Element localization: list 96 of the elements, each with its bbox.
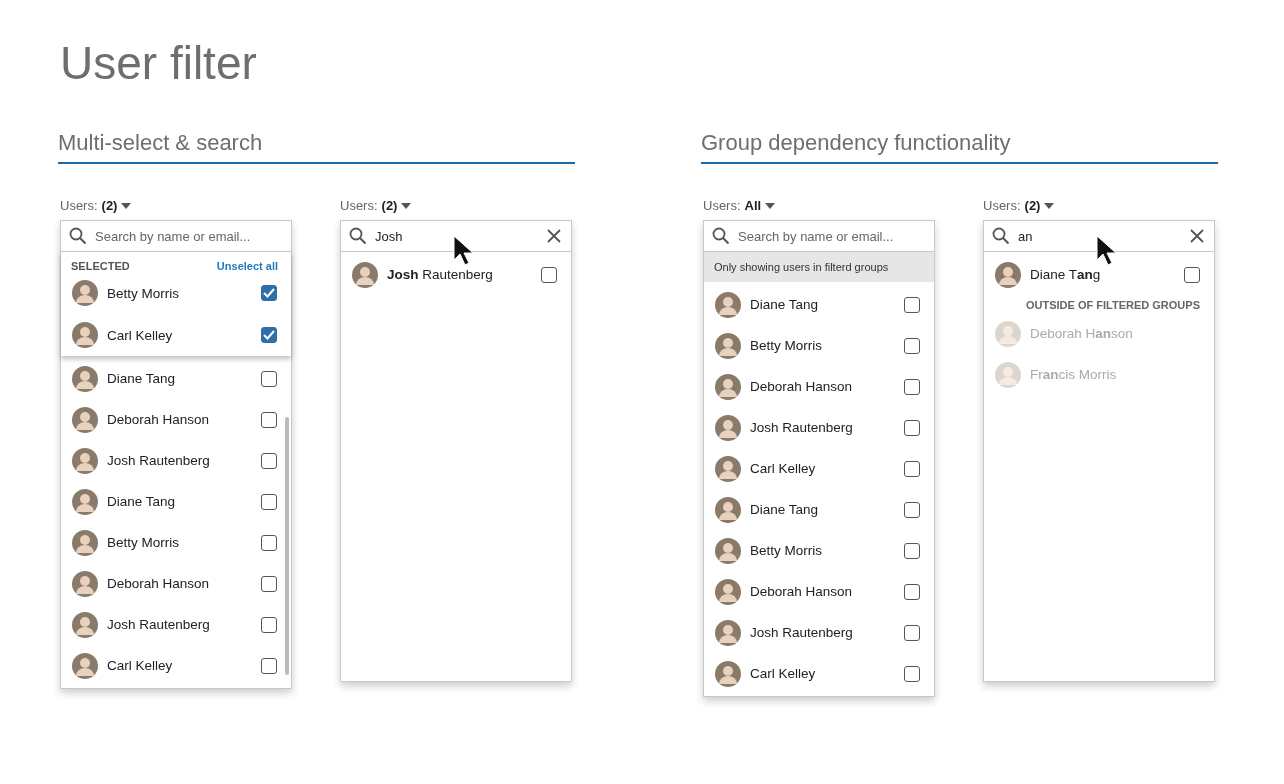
users-dropdown[interactable]: Users: (2) bbox=[983, 198, 1055, 213]
page-title: User filter bbox=[60, 36, 258, 90]
scrollbar[interactable] bbox=[285, 417, 289, 675]
user-name: Betty Morris bbox=[750, 338, 823, 353]
unselect-all-link[interactable]: Unselect all bbox=[216, 260, 278, 272]
user-name: Carl Kelley bbox=[107, 658, 174, 673]
user-name: Josh Rautenberg bbox=[750, 420, 854, 435]
checkbox[interactable] bbox=[261, 493, 277, 510]
users-dropdown[interactable]: Users: (2) bbox=[60, 198, 132, 213]
avatar-icon bbox=[715, 332, 741, 359]
avatar-icon bbox=[995, 261, 1021, 288]
close-icon[interactable] bbox=[1190, 229, 1204, 243]
avatar-icon bbox=[715, 619, 741, 646]
avatar-icon bbox=[72, 322, 98, 348]
user-name: Deborah Hanson bbox=[107, 576, 211, 591]
user-name: Diane Tang bbox=[107, 494, 177, 509]
avatar-icon bbox=[72, 611, 98, 638]
caret-icon bbox=[765, 202, 776, 209]
user-name: Deborah Hanson bbox=[750, 379, 854, 394]
checkbox[interactable] bbox=[904, 542, 920, 559]
section-title: Multi-select & search bbox=[58, 130, 575, 164]
user-name: Diane Tang bbox=[107, 371, 177, 386]
checkbox[interactable] bbox=[904, 665, 920, 682]
checkbox[interactable] bbox=[261, 327, 277, 343]
checkbox[interactable] bbox=[904, 501, 920, 518]
checkbox[interactable] bbox=[904, 583, 920, 600]
checkbox[interactable] bbox=[1184, 266, 1200, 283]
search-icon bbox=[349, 227, 367, 245]
notice-banner: Only showing users in filterd groups bbox=[704, 252, 934, 282]
section-title: Group dependency functionality bbox=[701, 130, 1218, 164]
caret-icon bbox=[1044, 202, 1055, 209]
avatar-icon bbox=[72, 365, 98, 392]
checkbox[interactable] bbox=[904, 419, 920, 436]
caret-icon bbox=[121, 202, 132, 209]
search-field[interactable]: Josh bbox=[375, 228, 539, 244]
checkbox[interactable] bbox=[904, 460, 920, 477]
avatar-icon bbox=[72, 570, 98, 597]
user-name: Carl Kelley bbox=[750, 461, 817, 476]
avatar-icon bbox=[72, 280, 98, 306]
avatar-icon bbox=[72, 447, 98, 474]
avatar-icon bbox=[995, 320, 1021, 347]
search-field[interactable]: an bbox=[1018, 228, 1182, 244]
avatar-icon bbox=[715, 291, 741, 318]
avatar-icon bbox=[715, 455, 741, 482]
search-icon bbox=[712, 227, 730, 245]
checkbox[interactable] bbox=[261, 452, 277, 469]
checkbox[interactable] bbox=[904, 378, 920, 395]
avatar-icon bbox=[715, 660, 741, 687]
avatar-icon bbox=[72, 529, 98, 556]
caret-icon bbox=[401, 202, 412, 209]
user-name: Francis Morris bbox=[1030, 367, 1118, 382]
checkbox[interactable] bbox=[261, 575, 277, 592]
avatar-icon bbox=[715, 414, 741, 441]
user-name: Deborah Hanson bbox=[107, 412, 211, 427]
avatar-icon bbox=[995, 361, 1021, 388]
checkbox[interactable] bbox=[904, 624, 920, 641]
avatar-icon bbox=[72, 406, 98, 433]
section-heading: OUTSIDE OF FILTERED GROUPS bbox=[1025, 298, 1201, 313]
users-dropdown[interactable]: Users: (2) bbox=[340, 198, 412, 213]
user-name: Diane Tang bbox=[750, 502, 820, 517]
checkbox[interactable] bbox=[261, 657, 277, 674]
user-name: Carl Kelley bbox=[750, 666, 817, 681]
section-heading: SELECTED bbox=[71, 260, 130, 272]
user-name: Betty Morris bbox=[107, 285, 180, 301]
avatar-icon bbox=[715, 496, 741, 523]
user-name: Diane Tang bbox=[1030, 267, 1102, 282]
checkbox[interactable] bbox=[904, 296, 920, 313]
user-name: Josh Rautenberg bbox=[107, 453, 211, 468]
checkbox[interactable] bbox=[261, 411, 277, 428]
user-name: Deborah Hanson bbox=[750, 584, 854, 599]
checkbox[interactable] bbox=[904, 337, 920, 354]
avatar-icon bbox=[715, 373, 741, 400]
search-icon bbox=[992, 227, 1010, 245]
avatar-icon bbox=[715, 537, 741, 564]
checkbox[interactable] bbox=[261, 370, 277, 387]
search-field[interactable]: Search by name or email... bbox=[95, 228, 281, 244]
avatar-icon bbox=[715, 578, 741, 605]
checkbox[interactable] bbox=[541, 266, 557, 283]
user-name: Josh Rautenberg bbox=[750, 625, 854, 640]
checkbox[interactable] bbox=[261, 616, 277, 633]
users-dropdown[interactable]: Users: All bbox=[703, 198, 776, 213]
checkbox[interactable] bbox=[261, 534, 277, 551]
avatar-icon bbox=[352, 261, 378, 288]
search-field[interactable]: Search by name or email... bbox=[738, 228, 924, 244]
user-name: Josh Rautenberg bbox=[387, 267, 494, 282]
user-name: Betty Morris bbox=[750, 543, 823, 558]
user-name: Deborah Hanson bbox=[1030, 326, 1134, 341]
close-icon[interactable] bbox=[547, 229, 561, 243]
avatar-icon bbox=[72, 488, 98, 515]
user-name: Carl Kelley bbox=[107, 327, 174, 343]
user-name: Betty Morris bbox=[107, 535, 180, 550]
search-icon bbox=[69, 227, 87, 245]
user-name: Diane Tang bbox=[750, 297, 820, 312]
avatar-icon bbox=[72, 652, 98, 679]
user-name: Josh Rautenberg bbox=[107, 617, 211, 632]
checkbox[interactable] bbox=[261, 285, 277, 301]
